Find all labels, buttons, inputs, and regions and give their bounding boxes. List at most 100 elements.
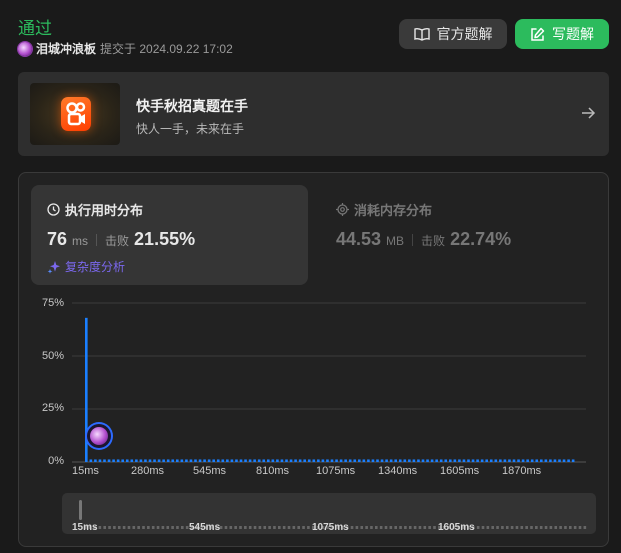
- minimap-bar: [147, 526, 150, 529]
- chart-bar: [194, 459, 197, 462]
- minimap-bar: [273, 526, 276, 529]
- minimap-bar: [583, 526, 587, 529]
- chart-bar: [157, 459, 161, 462]
- minimap-bar: [433, 526, 436, 529]
- minimap-bar: [544, 526, 548, 529]
- minimap-bar: [404, 526, 407, 529]
- avatar: [90, 427, 108, 445]
- chart-bar: [144, 459, 147, 462]
- chart-bar: [571, 459, 575, 462]
- minimap-bar: [117, 526, 121, 529]
- range-selector[interactable]: 15ms 545ms 1075ms 1605ms: [62, 493, 596, 534]
- minimap-bar: [278, 526, 281, 529]
- minimap-bar: [370, 526, 373, 529]
- chart-bar: [253, 459, 256, 462]
- chart-bar: [439, 459, 443, 462]
- chart-bar: [480, 459, 484, 462]
- minimap-bar: [418, 526, 422, 529]
- chart-bar: [353, 459, 357, 462]
- minimap-bar: [244, 526, 247, 529]
- chart-bar: [103, 459, 106, 462]
- minimap-bar: [350, 526, 354, 529]
- chart-bar: [376, 459, 379, 462]
- chart-bar: [230, 459, 234, 462]
- minimap-bar: [389, 526, 393, 529]
- chart-bar: [207, 459, 211, 462]
- chart-bar: [262, 459, 266, 462]
- minimap-bar: [248, 526, 252, 529]
- x-tick-label: 810ms: [256, 465, 290, 477]
- minimap-bar: [520, 526, 524, 529]
- minimap-bar: [297, 526, 300, 529]
- chart-bar: [198, 459, 202, 462]
- chart-bar: [298, 459, 302, 462]
- minimap-bar: [132, 526, 136, 529]
- chart-bar: [98, 459, 102, 462]
- chart-bar: [503, 459, 507, 462]
- minimap-bar: [181, 526, 184, 529]
- minimap-bar: [282, 526, 286, 529]
- chart-bar: [244, 459, 247, 462]
- minimap-bar: [408, 526, 412, 529]
- chart-bar: [458, 459, 461, 462]
- chart-bar: [326, 459, 329, 462]
- chart-bar: [125, 459, 129, 462]
- x-tick-label: 1340ms: [378, 465, 418, 477]
- minimap-bar: [171, 526, 174, 529]
- chart-bar: [257, 459, 261, 462]
- chart-bar: [267, 459, 270, 462]
- chart-bar: [285, 459, 288, 462]
- chart-bar: [216, 459, 220, 462]
- chart-bar: [471, 459, 475, 462]
- chart-bar: [453, 459, 457, 462]
- chart-bar: [189, 459, 193, 462]
- minimap-bar: [142, 526, 145, 529]
- minimap-bar: [151, 526, 155, 529]
- minimap-bar: [481, 526, 485, 529]
- chart-bar: [426, 459, 429, 462]
- minimap-bar: [573, 526, 577, 529]
- minimap-bar: [384, 526, 388, 529]
- chart-bar: [394, 459, 397, 462]
- chart-bar: [562, 459, 566, 462]
- chart-bar: [121, 459, 124, 462]
- chart-bar: [112, 459, 115, 462]
- chart-bar: [135, 459, 138, 462]
- chart-bar: [476, 459, 479, 462]
- chart-bar: [312, 459, 316, 462]
- chart-bar: [499, 459, 502, 462]
- minimap-bar: [496, 526, 499, 529]
- chart-bar: [558, 459, 561, 462]
- minimap-bar: [137, 526, 140, 529]
- chart-bar: [567, 459, 570, 462]
- minimap-bar: [127, 526, 131, 529]
- chart-bar: [380, 459, 384, 462]
- chart-bar: [485, 459, 488, 462]
- chart-bar: [294, 459, 297, 462]
- chart-bars: [85, 317, 575, 462]
- chart-bar: [462, 459, 466, 462]
- chart-bar: [180, 459, 184, 462]
- minimap-bar: [423, 526, 427, 529]
- minimap-tick-label: 15ms: [72, 522, 98, 533]
- minimap-bar: [113, 526, 116, 529]
- chart-bar: [421, 459, 425, 462]
- chart-bar: [512, 459, 516, 462]
- minimap-bar: [263, 526, 267, 529]
- chart-bar: [289, 459, 293, 462]
- x-tick-label: 280ms: [131, 465, 165, 477]
- minimap-bar: [156, 526, 160, 529]
- minimap-bar: [569, 526, 572, 529]
- minimap-bar: [554, 526, 558, 529]
- my-submission-marker[interactable]: [87, 424, 111, 448]
- minimap-bar: [505, 526, 509, 529]
- chart-bar: [317, 459, 320, 462]
- minimap-bar: [307, 526, 310, 529]
- chart-bar: [467, 459, 470, 462]
- chart-bar: [321, 459, 325, 462]
- minimap-bar: [161, 526, 165, 529]
- chart-bar: [176, 459, 179, 462]
- minimap-bar: [302, 526, 305, 529]
- chart-bar: [553, 459, 557, 462]
- minimap-bar: [525, 526, 528, 529]
